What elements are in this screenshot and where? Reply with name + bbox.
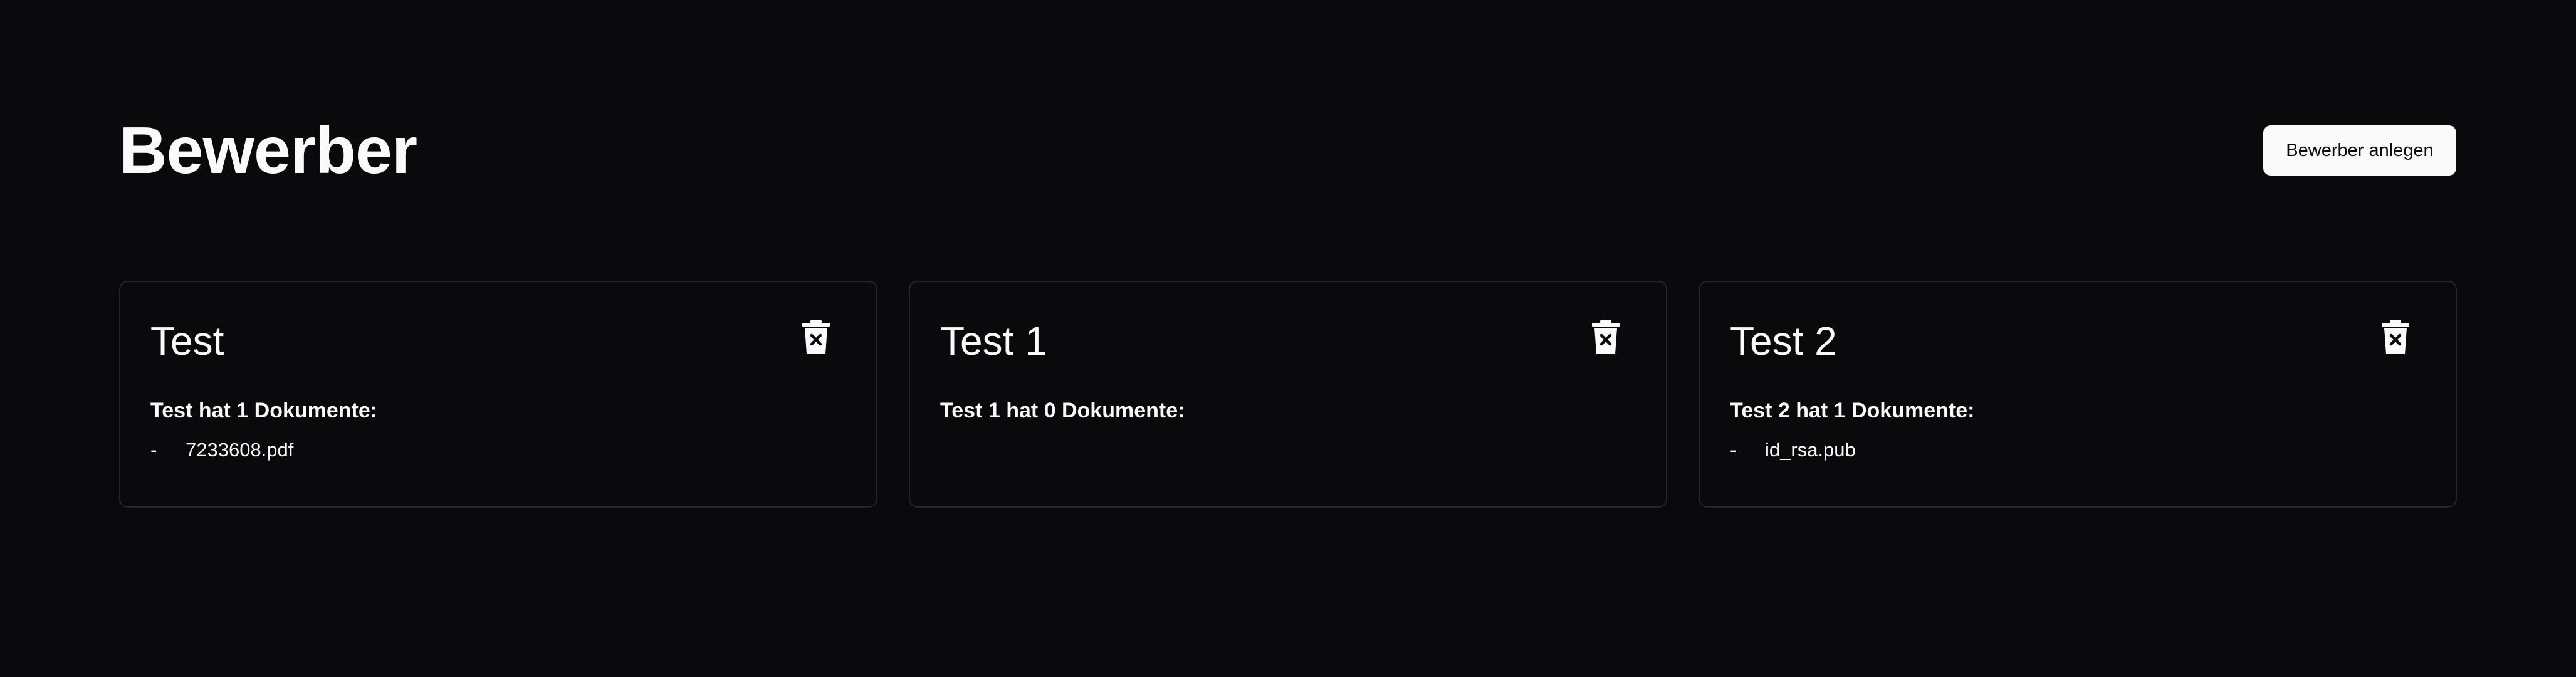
document-item: - id_rsa.pub — [1730, 438, 1856, 463]
documents-heading: Test 2 hat 1 Dokumente: — [1730, 399, 1975, 422]
document-list: - 7233608.pdf — [150, 438, 293, 463]
delete-applicant-button[interactable] — [801, 320, 831, 355]
trash-x-icon — [801, 320, 831, 355]
document-filename: 7233608.pdf — [186, 439, 294, 461]
document-item: - 7233608.pdf — [150, 438, 293, 463]
applicant-name: Test 1 — [940, 318, 1047, 364]
delete-applicant-button[interactable] — [2380, 320, 2411, 355]
create-applicant-button[interactable]: Bewerber anlegen — [2263, 125, 2456, 176]
document-list: - id_rsa.pub — [1730, 438, 1856, 463]
list-marker: - — [150, 439, 157, 461]
applicant-name: Test 2 — [1730, 318, 1837, 364]
applicant-card: Test 1 Test 1 hat 0 Dokumente: — [909, 281, 1667, 508]
applicant-name: Test — [150, 318, 224, 364]
documents-heading: Test hat 1 Dokumente: — [150, 399, 378, 422]
page: Bewerber Bewerber anlegen Test Test hat … — [0, 0, 2576, 677]
documents-heading: Test 1 hat 0 Dokumente: — [940, 399, 1185, 422]
applicant-card: Test Test hat 1 Dokumente: - 7233608.pdf — [119, 281, 877, 508]
trash-x-icon — [2380, 320, 2411, 355]
document-filename: id_rsa.pub — [1765, 439, 1856, 461]
applicant-card: Test 2 Test 2 hat 1 Dokumente: - id_rsa.… — [1699, 281, 2457, 508]
trash-x-icon — [1591, 320, 1621, 355]
list-marker: - — [1730, 439, 1737, 461]
delete-applicant-button[interactable] — [1591, 320, 1621, 355]
page-title: Bewerber — [119, 113, 417, 187]
applicant-card-list: Test Test hat 1 Dokumente: - 7233608.pdf — [119, 281, 2457, 508]
